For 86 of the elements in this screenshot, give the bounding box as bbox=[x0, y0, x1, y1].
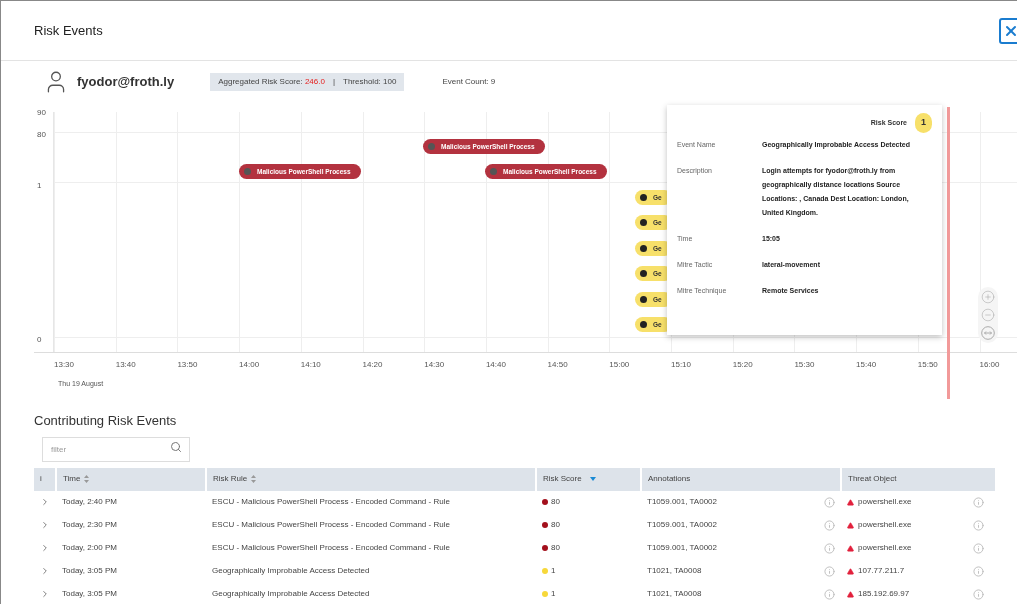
table-cell: 80 bbox=[551, 518, 560, 531]
info-icon[interactable] bbox=[973, 565, 984, 577]
info-icon[interactable] bbox=[973, 519, 984, 531]
search-icon[interactable] bbox=[170, 440, 182, 453]
section-title: Contributing Risk Events bbox=[34, 412, 178, 430]
x-axis-label: 15:30 bbox=[794, 359, 815, 371]
x-axis-label: 14:20 bbox=[362, 359, 383, 371]
y-axis-label: 1 bbox=[37, 180, 42, 192]
sort-icon bbox=[84, 475, 90, 483]
table-cell: 1 bbox=[551, 587, 556, 600]
table-cell: ESCU - Malicious PowerShell Process - Encoded Command - Rule bbox=[206, 490, 536, 514]
window-title: Risk Events bbox=[34, 21, 103, 40]
x-axis-label: 15:50 bbox=[917, 359, 938, 371]
x-axis-label: 15:00 bbox=[609, 359, 630, 371]
x-axis-label: 13:50 bbox=[177, 359, 198, 371]
warning-icon bbox=[847, 521, 854, 529]
expand-row-icon[interactable] bbox=[40, 519, 50, 530]
table-cell-text: Today, 2:00 PM bbox=[61, 542, 118, 554]
fit-width-icon[interactable] bbox=[981, 326, 995, 340]
warning-icon bbox=[847, 590, 854, 598]
table-cell: 80 bbox=[551, 541, 560, 554]
table-cell: T1059.001, TA0002 bbox=[647, 542, 717, 554]
x-axis-label: 15:10 bbox=[671, 359, 692, 371]
table-cell-text: Geographically Improbable Access Detected bbox=[211, 588, 371, 600]
table-cell-text: ESCU - Malicious PowerShell Process - Encoded Command - Rule bbox=[211, 542, 451, 554]
table-cell-text: ESCU - Malicious PowerShell Process - Encoded Command - Rule bbox=[211, 519, 451, 531]
info-icon[interactable] bbox=[973, 542, 984, 554]
info-icon[interactable] bbox=[824, 519, 835, 531]
warning-icon bbox=[847, 544, 854, 552]
y-axis-label: 90 bbox=[37, 107, 46, 119]
table-cell: 107.77.211.7 bbox=[858, 565, 905, 577]
zoom-out-icon[interactable] bbox=[981, 308, 995, 322]
table-cell: T1021, TA0008 bbox=[647, 588, 702, 600]
column-header: Threat Object bbox=[841, 467, 996, 491]
x-axis-label: 16:00 bbox=[979, 359, 1000, 371]
y-axis-label: 80 bbox=[37, 129, 46, 141]
x-axis-label: 13:30 bbox=[54, 359, 75, 371]
x-axis-label: 15:40 bbox=[856, 359, 877, 371]
event-count: Event Count: 9 bbox=[442, 76, 496, 88]
warning-icon bbox=[847, 498, 854, 506]
table-cell-text: Today, 3:05 PM bbox=[61, 565, 118, 577]
x-axis-label: 14:10 bbox=[300, 359, 321, 371]
info-icon[interactable] bbox=[973, 588, 984, 600]
expand-row-icon[interactable] bbox=[40, 588, 50, 599]
x-axis-label: 13:40 bbox=[115, 359, 136, 371]
table-cell-text: Today, 2:30 PM bbox=[61, 519, 118, 531]
info-icon[interactable] bbox=[973, 496, 984, 508]
table-cell: powershell.exe bbox=[858, 496, 912, 508]
table-cell: 1 bbox=[551, 564, 556, 577]
column-header[interactable]: Risk Score bbox=[536, 467, 641, 491]
filter-field[interactable]: filter bbox=[42, 436, 190, 462]
column-header: Annotations bbox=[641, 467, 841, 491]
info-icon[interactable] bbox=[824, 588, 835, 600]
info-icon[interactable] bbox=[824, 496, 835, 508]
info-icon[interactable] bbox=[824, 565, 835, 577]
x-axis-label: 14:00 bbox=[239, 359, 260, 371]
zoom-in-icon[interactable] bbox=[981, 290, 995, 304]
table-cell-text: Today, 3:05 PM bbox=[61, 588, 118, 600]
expand-row-icon[interactable] bbox=[40, 565, 50, 576]
sort-icon bbox=[251, 475, 257, 483]
column-header[interactable]: Risk Rule bbox=[206, 467, 536, 491]
table-cell: 185.192.69.97 bbox=[858, 588, 910, 600]
table-cell: T1021, TA0008 bbox=[647, 565, 702, 577]
table-cell: powershell.exe bbox=[858, 542, 912, 554]
expand-row-icon[interactable] bbox=[40, 542, 50, 553]
column-header[interactable]: Time bbox=[56, 467, 206, 491]
info-icon[interactable] bbox=[824, 542, 835, 554]
table-cell: 80 bbox=[551, 495, 560, 508]
expand-row-icon[interactable] bbox=[40, 496, 50, 507]
x-axis-label: 14:50 bbox=[547, 359, 568, 371]
table-cell: T1059.001, TA0002 bbox=[647, 496, 717, 508]
user-name: fyodor@froth.ly bbox=[77, 73, 175, 92]
table-cell: Today, 2:40 PM bbox=[56, 490, 206, 514]
x-axis-label: 14:40 bbox=[485, 359, 506, 371]
risk-score-summary: Aggregated Risk Score: 246.0 | Threshold: 100 bbox=[210, 73, 405, 91]
sort-descending-icon bbox=[589, 477, 596, 481]
x-axis-label: 15:20 bbox=[732, 359, 753, 371]
risk-score-badge: 1 bbox=[915, 113, 932, 133]
column-header: i bbox=[34, 467, 56, 491]
table-cell: powershell.exe bbox=[858, 519, 912, 531]
warning-icon bbox=[847, 567, 854, 575]
table-cell: T1059.001, TA0002 bbox=[647, 519, 717, 531]
y-axis-label: 0 bbox=[37, 334, 42, 346]
close-button[interactable] bbox=[999, 17, 1017, 44]
table-cell-text: Geographically Improbable Access Detected bbox=[211, 565, 371, 577]
x-axis-label: 14:30 bbox=[424, 359, 445, 371]
